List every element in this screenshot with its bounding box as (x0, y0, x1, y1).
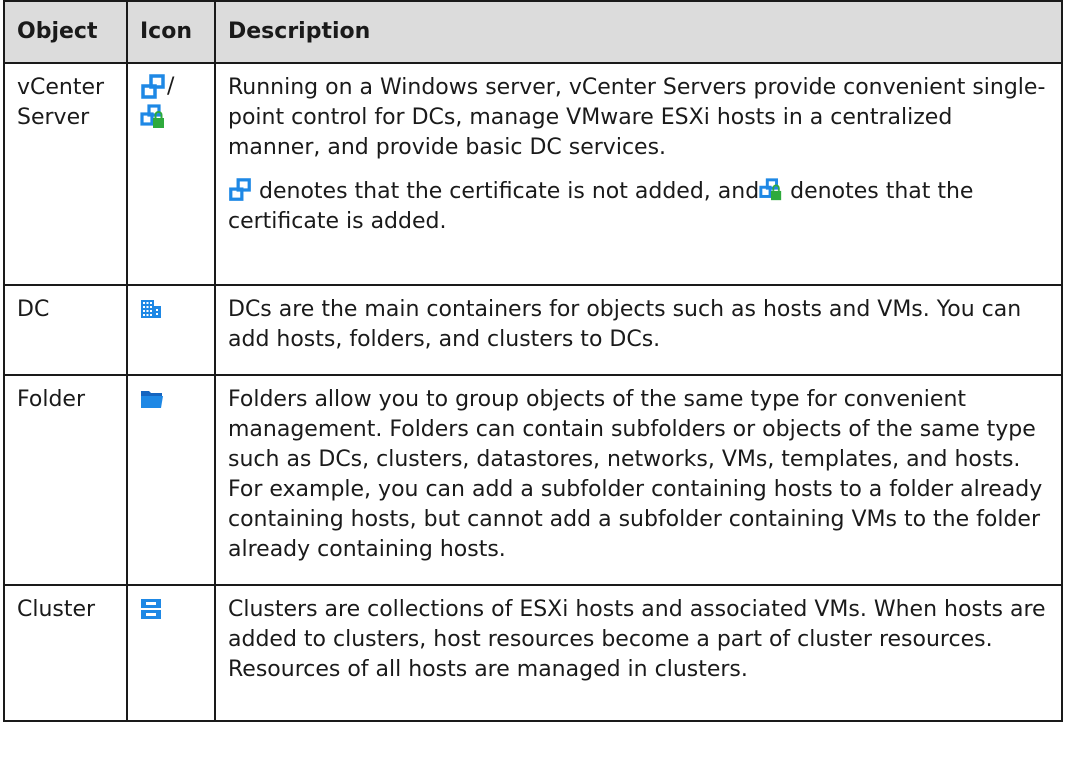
icon-cell-vcenter-server: / (126, 62, 216, 286)
description-cell-dc: DCs are the main containers for objects … (214, 284, 1063, 376)
icon-cell-cluster (126, 584, 216, 722)
table-row: Cluster Clusters are collections of ESXi… (3, 584, 1063, 722)
icon-cell-folder (126, 374, 216, 586)
certificate-note: denotes that the certificate is not adde… (228, 177, 1051, 237)
object-icon-table: Object Icon Description vCenter Server / (3, 0, 1063, 722)
description-cell-folder: Folders allow you to group objects of th… (214, 374, 1063, 586)
description-cell-cluster: Clusters are collections of ESXi hosts a… (214, 584, 1063, 722)
cluster-icon (140, 598, 162, 620)
vcenter-icon (140, 74, 166, 100)
icon-separator: / (167, 74, 175, 99)
description-text: Clusters are collections of ESXi hosts a… (228, 597, 1046, 682)
icon-cell-dc (126, 284, 216, 376)
certificate-note-part1: denotes that the certificate is not adde… (259, 179, 760, 204)
header-icon: Icon (126, 0, 216, 64)
table-row: vCenter Server / Running on a Windows se… (3, 62, 1063, 286)
table-row: DC DCs are the main containers for objec… (3, 284, 1063, 376)
object-cell-folder: Folder (3, 374, 128, 586)
folder-icon (140, 388, 164, 410)
description-text: DCs are the main containers for objects … (228, 297, 1022, 352)
vcenter-certified-icon (759, 178, 783, 202)
vcenter-certified-icon (140, 104, 166, 130)
header-object: Object (3, 0, 128, 64)
header-description: Description (214, 0, 1063, 64)
object-cell-vcenter-server: vCenter Server (3, 62, 128, 286)
description-cell-vcenter-server: Running on a Windows server, vCenter Ser… (214, 62, 1063, 286)
table-header-row: Object Icon Description (3, 0, 1063, 64)
description-text: Folders allow you to group objects of th… (228, 387, 1043, 562)
vcenter-icon (228, 178, 252, 202)
object-cell-cluster: Cluster (3, 584, 128, 722)
object-cell-dc: DC (3, 284, 128, 376)
table-row: Folder Folders allow you to group object… (3, 374, 1063, 586)
datacenter-icon (140, 298, 162, 320)
description-text: Running on a Windows server, vCenter Ser… (228, 75, 1046, 160)
